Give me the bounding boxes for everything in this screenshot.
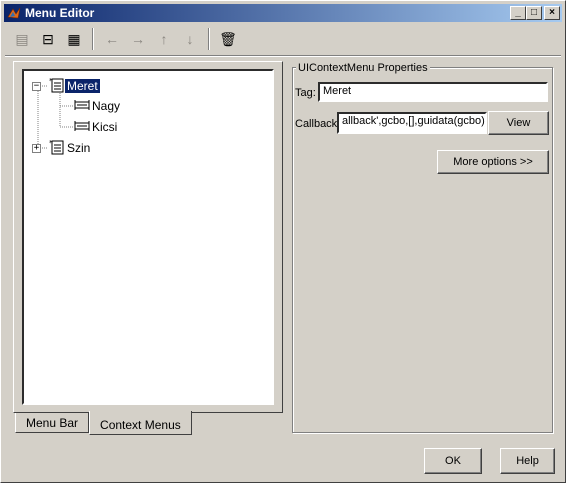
collapse-icon[interactable]: − [32,81,41,91]
move-down-icon: ↓ [186,31,194,47]
toolbar-separator [208,28,210,50]
new-menu-item-icon: ⊟ [42,30,54,47]
context-menu-icon: * [49,139,65,158]
tree-node-label[interactable]: Kicsi [90,120,119,134]
toolbar: ▤ ⊟ ▦ ← → ↑ ↓ 🗑 [5,25,561,53]
menu-item-icon [74,118,90,137]
maximize-button[interactable]: □ [526,6,542,20]
new-menu-button[interactable]: ▤ [11,28,33,50]
menu-tree[interactable]: − * Meret Nagy Kicsi + * Szin [22,69,274,405]
tree-node-szin[interactable]: + * Szin [32,139,92,157]
view-button[interactable]: View [488,111,549,135]
tab-strip: Menu Bar Context Menus [15,411,192,435]
tab-label: Context Menus [100,417,181,432]
minimize-button[interactable]: _ [510,6,526,20]
tree-node-label[interactable]: Nagy [90,99,122,113]
toolbar-separator [92,28,94,50]
move-right-button[interactable]: → [127,28,149,50]
tree-node-nagy[interactable]: Nagy [74,97,122,115]
close-icon: × [549,7,555,18]
ok-button[interactable]: OK [424,448,482,474]
expand-icon[interactable]: + [32,143,41,153]
tree-node-meret[interactable]: − * Meret [32,77,101,96]
tree-node-kicsi[interactable]: Kicsi [74,118,119,136]
move-right-icon: → [131,31,145,47]
move-up-icon: ↑ [160,31,168,47]
new-menu-item-button[interactable]: ⊟ [37,28,59,50]
tag-input[interactable]: Meret [318,82,548,102]
svg-text:*: * [49,77,53,85]
callback-input[interactable]: allback',gcbo,[],guidata(gcbo)) [337,112,487,134]
properties-group-title: UIContextMenu Properties [296,62,430,74]
more-options-button[interactable]: More options >> [437,150,549,174]
toolbar-divider [5,55,561,57]
matlab-logo-icon [6,5,22,21]
tree-node-label[interactable]: Meret [64,78,101,94]
tag-label: Tag: [295,87,316,99]
title-bar[interactable]: Menu Editor _ □ × [4,4,562,22]
help-button[interactable]: Help [500,448,555,474]
minimize-icon: _ [515,7,521,18]
move-up-button[interactable]: ↑ [153,28,175,50]
menu-item-icon [74,97,90,116]
tab-label: Menu Bar [26,415,79,430]
menu-editor-window: Menu Editor _ □ × ▤ ⊟ ▦ ← → ↑ ↓ 🗑 − * Me… [0,0,566,483]
close-button[interactable]: × [544,6,560,20]
tab-menu-bar[interactable]: Menu Bar [15,413,90,433]
move-left-button[interactable]: ← [101,28,123,50]
move-down-button[interactable]: ↓ [179,28,201,50]
callback-label: Callback: [295,118,341,130]
delete-button[interactable]: 🗑 [217,28,239,50]
delete-icon: 🗑 [219,30,237,47]
tree-node-label[interactable]: Szin [65,141,92,155]
move-left-icon: ← [105,31,119,47]
context-menu-icon: * [49,77,65,96]
maximize-icon: □ [530,7,538,18]
svg-text:*: * [49,139,53,147]
new-context-menu-button[interactable]: ▦ [63,28,85,50]
window-title: Menu Editor [25,6,95,20]
tree-lines [37,85,74,149]
new-context-menu-icon: ▦ [67,30,81,47]
tab-context-menus[interactable]: Context Menus [89,411,192,435]
new-menu-icon: ▤ [15,30,29,47]
